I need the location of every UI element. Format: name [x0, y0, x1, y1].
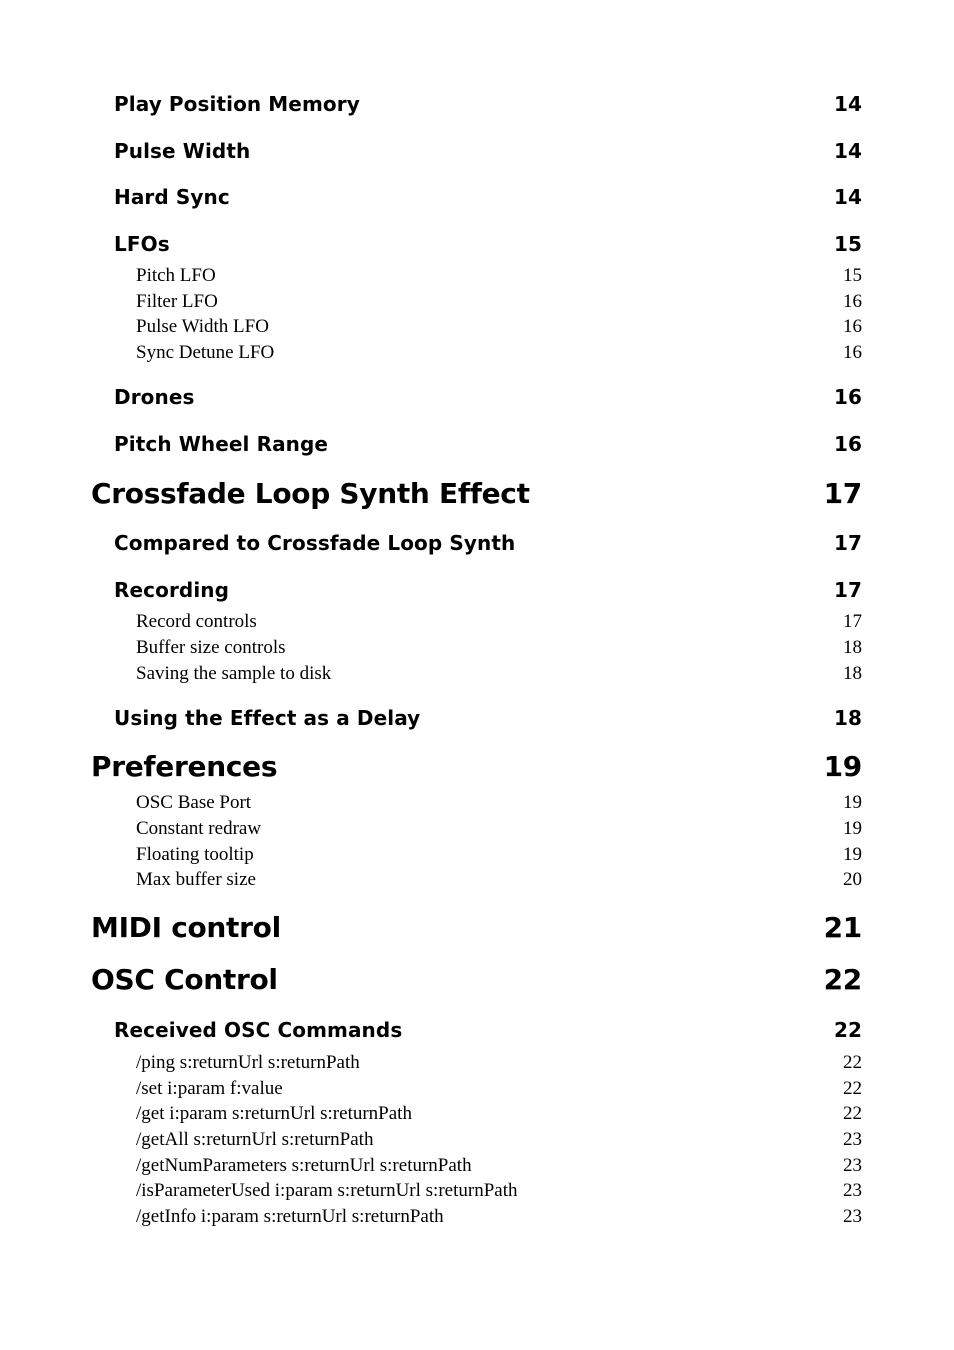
- toc-entry-page: 14: [833, 92, 862, 116]
- toc-entry-title: Record controls: [136, 611, 257, 632]
- toc-entry-section[interactable]: Recording 17: [0, 578, 954, 608]
- toc-entry-title: Hard Sync: [114, 185, 230, 209]
- toc-entry-title: Filter LFO: [136, 291, 218, 312]
- toc-entry-page: 19: [823, 750, 863, 783]
- toc-entry-title: /getInfo i:param s:returnUrl s:returnPat…: [136, 1206, 444, 1227]
- toc-entry-chapter[interactable]: Crossfade Loop Synth Effect 17: [0, 477, 954, 510]
- toc-entry-chapter[interactable]: Preferences 19: [0, 750, 954, 783]
- toc-entry-page: 17: [843, 611, 862, 632]
- toc-entry-title: /getNumParameters s:returnUrl s:returnPa…: [136, 1155, 472, 1176]
- toc-entry-title: OSC Base Port: [136, 792, 252, 813]
- toc-entry-chapter[interactable]: MIDI control 21: [0, 911, 954, 944]
- toc-entry-title: Using the Effect as a Delay: [114, 706, 421, 730]
- toc-entry-title: MIDI control: [91, 911, 281, 944]
- toc-entry-title: Drones: [114, 385, 195, 409]
- toc-entry-page: 17: [833, 578, 862, 602]
- toc-entry-section[interactable]: LFOs 15: [0, 232, 954, 262]
- toc-entry-page: 16: [833, 432, 862, 456]
- toc-entry-page: 22: [833, 1018, 862, 1042]
- toc-entry-title: /set i:param f:value: [136, 1078, 283, 1099]
- toc-entry-title: Preferences: [91, 750, 278, 783]
- toc-entry-page: 16: [843, 316, 862, 337]
- toc-entry-section[interactable]: Hard Sync 14: [0, 185, 954, 215]
- toc-entry-section[interactable]: Drones 16: [0, 385, 954, 415]
- toc-entry-page: 19: [843, 844, 862, 865]
- toc-entry-title: Recording: [114, 578, 230, 602]
- toc-entry-page: 18: [833, 706, 862, 730]
- toc-entry-title: Play Position Memory: [114, 92, 360, 116]
- toc-entry-subsection[interactable]: Sync Detune LFO 16: [0, 342, 954, 372]
- toc-entry-title: Constant redraw: [136, 818, 262, 839]
- toc-entry-page: 15: [833, 232, 862, 256]
- toc-entry-title: Received OSC Commands: [114, 1018, 403, 1042]
- toc-entry-page: 18: [843, 637, 862, 658]
- toc-entry-title: Floating tooltip: [136, 844, 254, 865]
- toc-entry-title: Sync Detune LFO: [136, 342, 275, 363]
- toc-entry-title: Pitch LFO: [136, 265, 216, 286]
- toc-entry-title: Buffer size controls: [136, 637, 286, 658]
- toc-entry-subsection[interactable]: /getInfo i:param s:returnUrl s:returnPat…: [0, 1206, 954, 1236]
- toc-entry-page: 23: [843, 1206, 862, 1227]
- toc-entry-title: Pulse Width: [114, 139, 251, 163]
- toc-entry-page: 17: [823, 477, 863, 510]
- toc-entry-chapter[interactable]: OSC Control 22: [0, 963, 954, 996]
- toc-entry-title: /getAll s:returnUrl s:returnPath: [136, 1129, 374, 1150]
- toc-entry-page: 16: [843, 291, 862, 312]
- toc-entry-subsection[interactable]: Max buffer size 20: [0, 869, 954, 899]
- toc-entry-title: Saving the sample to disk: [136, 663, 332, 684]
- toc-entry-title: /ping s:returnUrl s:returnPath: [136, 1052, 360, 1073]
- toc-entry-page: 16: [843, 342, 862, 363]
- toc-entry-title: /get i:param s:returnUrl s:returnPath: [136, 1103, 412, 1124]
- toc-entry-title: LFOs: [114, 232, 170, 256]
- toc-entry-page: 16: [833, 385, 862, 409]
- toc-entry-page: 22: [843, 1078, 862, 1099]
- toc-entry-page: 19: [843, 792, 862, 813]
- toc-entry-page: 18: [843, 663, 862, 684]
- toc-entry-page: 17: [833, 531, 862, 555]
- toc-entry-page: 22: [843, 1103, 862, 1124]
- toc-entry-page: 22: [823, 963, 863, 996]
- toc-entry-page: 23: [843, 1129, 862, 1150]
- toc-entry-title: /isParameterUsed i:param s:returnUrl s:r…: [136, 1180, 518, 1201]
- toc-entry-title: Max buffer size: [136, 869, 256, 890]
- toc-entry-page: 23: [843, 1180, 862, 1201]
- toc-entry-section[interactable]: Pitch Wheel Range 16: [0, 432, 954, 462]
- toc-entry-page: 14: [833, 185, 862, 209]
- toc-entry-page: 21: [823, 911, 863, 944]
- toc-entry-section[interactable]: Using the Effect as a Delay 18: [0, 706, 954, 736]
- toc-entry-title: OSC Control: [91, 963, 278, 996]
- toc-entry-page: 20: [843, 869, 862, 890]
- toc-entry-title: Pulse Width LFO: [136, 316, 269, 337]
- toc-entry-section[interactable]: Play Position Memory 14: [0, 92, 954, 122]
- toc-entry-page: 23: [843, 1155, 862, 1176]
- toc-entry-page: 14: [833, 139, 862, 163]
- toc-entry-title: Crossfade Loop Synth Effect: [91, 477, 530, 510]
- toc-entry-section[interactable]: Pulse Width 14: [0, 139, 954, 169]
- toc-entry-title: Compared to Crossfade Loop Synth: [114, 531, 516, 555]
- toc-entry-title: Pitch Wheel Range: [114, 432, 329, 456]
- toc-entry-section[interactable]: Compared to Crossfade Loop Synth 17: [0, 531, 954, 561]
- toc-entry-page: 19: [843, 818, 862, 839]
- toc-entry-page: 22: [843, 1052, 862, 1073]
- toc-entry-subsection[interactable]: Saving the sample to disk 18: [0, 663, 954, 693]
- toc-entry-section[interactable]: Received OSC Commands 22: [0, 1018, 954, 1048]
- toc-entry-page: 15: [843, 265, 862, 286]
